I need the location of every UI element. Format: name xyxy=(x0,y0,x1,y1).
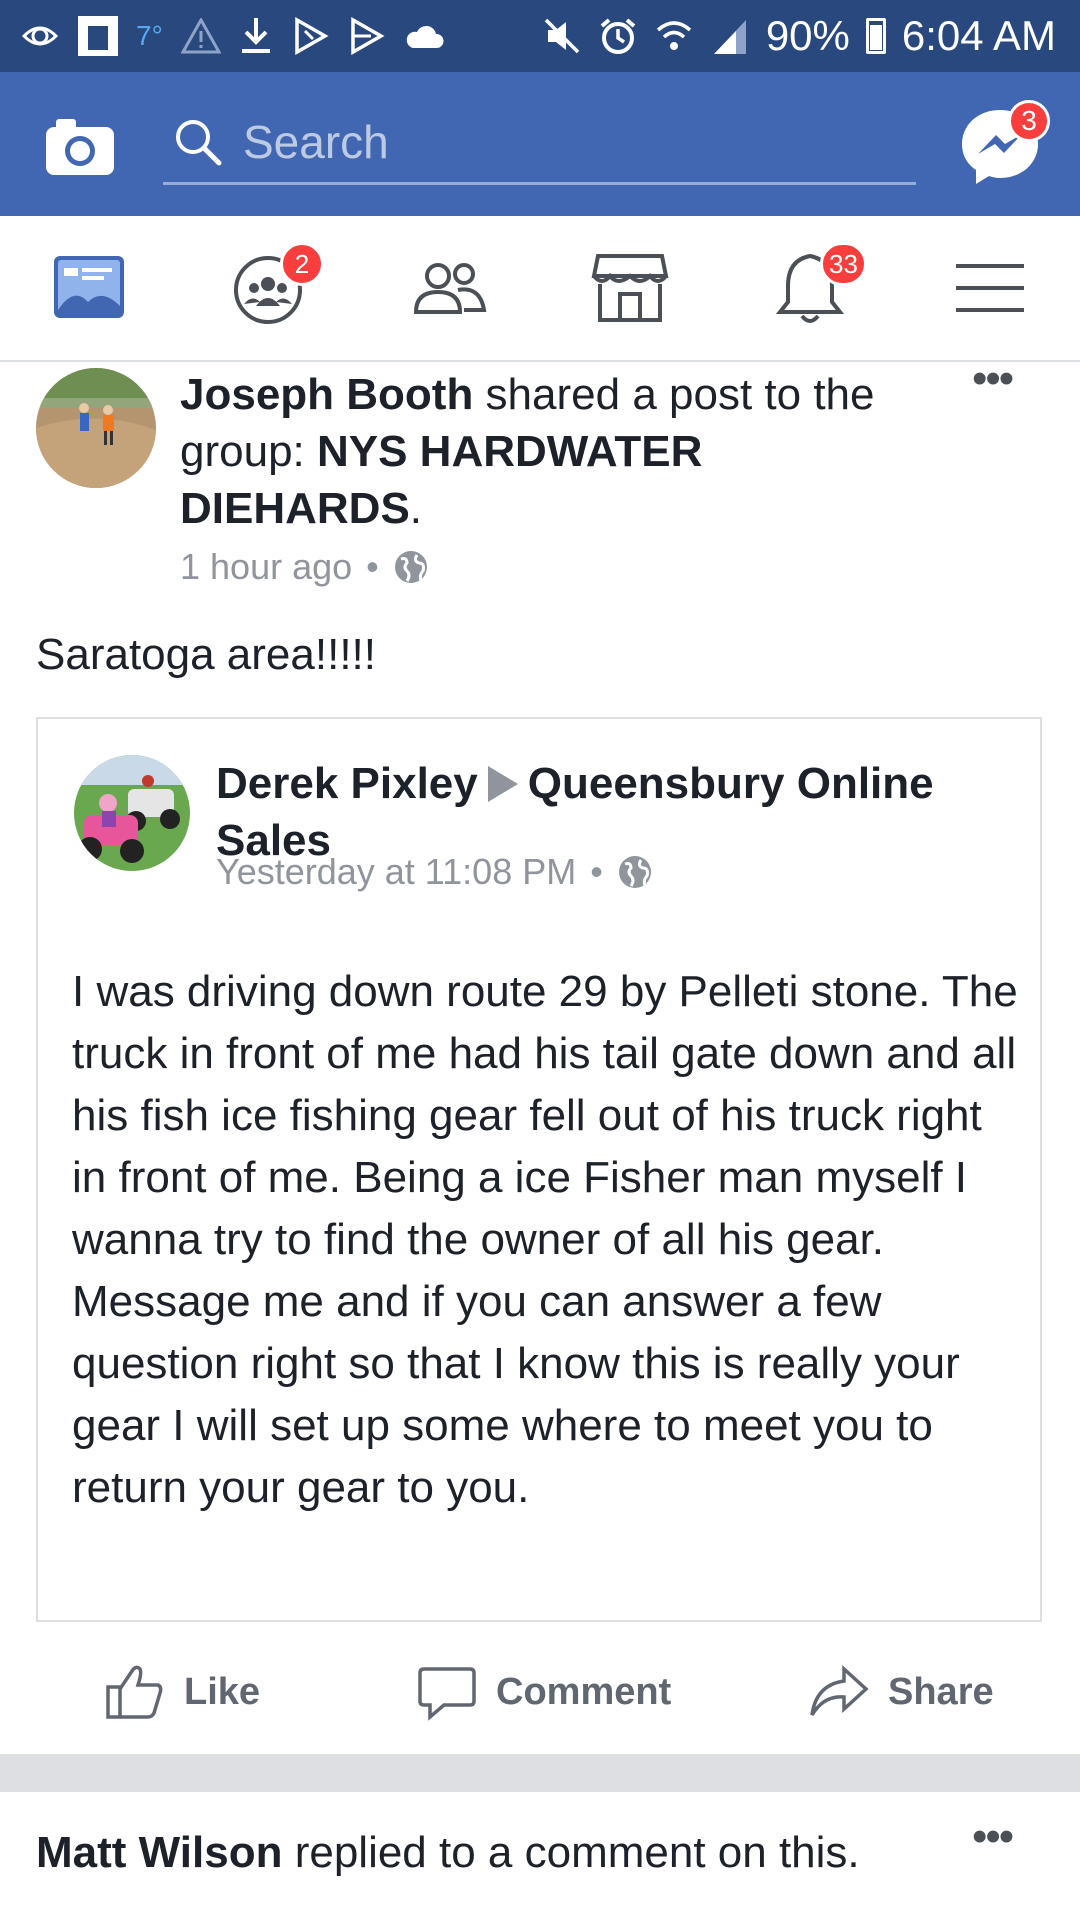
post-more-options-icon[interactable]: ••• xyxy=(972,354,1014,404)
next-story-text: replied to a comment on this. xyxy=(282,1828,860,1877)
tab-menu[interactable] xyxy=(900,216,1080,360)
wifi-icon xyxy=(654,16,694,56)
shared-post-card[interactable]: Derek Pixley Queensbury Online Sales Yest… xyxy=(36,717,1042,1622)
tab-news-feed[interactable] xyxy=(0,216,180,360)
camera-icon[interactable] xyxy=(44,117,116,177)
shared-post-timestamp[interactable]: Yesterday at 11:08 PM xyxy=(216,851,576,893)
shared-meta-separator: • xyxy=(590,851,603,892)
tab-friends[interactable] xyxy=(360,216,540,360)
comment-bubble-icon xyxy=(418,1667,476,1721)
shared-post-body: I was driving down route 29 by Pelleti s… xyxy=(72,967,1018,1512)
like-button[interactable]: Like xyxy=(104,1661,260,1723)
thumbs-up-icon xyxy=(106,1665,163,1719)
author-avatar[interactable] xyxy=(36,368,156,488)
shared-author-name[interactable]: Derek Pixley xyxy=(216,759,478,808)
messenger-badge: 3 xyxy=(1008,100,1050,142)
play-store-icon-2 xyxy=(347,17,385,55)
like-label: Like xyxy=(184,1670,261,1713)
feed-post: Joseph Booth shared a post to the group:… xyxy=(0,354,1080,1754)
download-icon xyxy=(239,16,273,56)
alarm-icon xyxy=(598,16,638,56)
post-timestamp[interactable]: 1 hour ago xyxy=(180,546,352,588)
shared-public-globe-icon xyxy=(617,854,653,890)
tab-groups[interactable]: 2 xyxy=(180,216,360,360)
share-arrow-icon xyxy=(810,1665,869,1716)
meta-separator: • xyxy=(366,546,379,587)
shared-post-meta: Yesterday at 11:08 PM • xyxy=(216,851,653,893)
search-icon xyxy=(173,117,223,167)
post-actions-bar: Like Comment Share xyxy=(0,1630,1080,1754)
marketplace-icon xyxy=(591,254,669,322)
notifications-badge: 33 xyxy=(820,242,867,286)
temperature: 7° xyxy=(136,20,163,51)
share-label: Share xyxy=(888,1670,994,1713)
arrow-right-icon xyxy=(487,766,518,802)
warning-icon xyxy=(180,18,221,54)
search-placeholder: Search xyxy=(243,116,389,168)
post-author-name[interactable]: Joseph Booth xyxy=(180,370,473,419)
news-feed-icon xyxy=(54,256,124,318)
feed-divider xyxy=(0,1754,1080,1792)
top-app-bar: Search 3 xyxy=(0,72,1080,216)
battery-icon xyxy=(865,18,886,54)
cloud-icon xyxy=(403,22,445,50)
shared-author-avatar[interactable] xyxy=(74,755,190,871)
play-store-icon xyxy=(291,17,329,55)
tab-notifications[interactable]: 33 xyxy=(720,216,900,360)
eye-sync-icon xyxy=(20,16,60,56)
comment-label: Comment xyxy=(496,1670,672,1713)
post-period: . xyxy=(409,484,423,533)
messenger-button[interactable]: 3 xyxy=(958,100,1050,192)
hamburger-menu-icon xyxy=(956,264,1024,312)
battery-percent: 90% xyxy=(765,12,850,59)
next-story-headline: Matt Wilson replied to a comment on this… xyxy=(36,1828,860,1878)
public-globe-icon xyxy=(393,549,429,585)
friends-icon xyxy=(413,263,487,314)
groups-badge: 2 xyxy=(280,242,324,286)
post-headline: Joseph Booth shared a post to the group:… xyxy=(180,366,940,537)
status-bar: 7° 90% 6:04 AM xyxy=(0,0,1080,72)
clock: 6:04 AM xyxy=(901,12,1056,59)
post-text: Saratoga area!!!!! xyxy=(36,630,376,679)
next-feed-story[interactable]: Matt Wilson replied to a comment on this… xyxy=(0,1792,1080,1920)
comment-button[interactable]: Comment xyxy=(416,1661,671,1723)
next-story-more-options-icon[interactable]: ••• xyxy=(972,1812,1014,1862)
search-input[interactable]: Search xyxy=(163,102,916,185)
nav-bar: 2 33 xyxy=(0,216,1080,362)
mute-icon xyxy=(542,16,582,56)
post-meta: 1 hour ago • xyxy=(180,546,429,588)
signal-icon xyxy=(710,16,750,56)
tab-marketplace[interactable] xyxy=(540,216,720,360)
share-button[interactable]: Share xyxy=(808,1661,994,1723)
flipboard-icon xyxy=(78,16,118,56)
next-story-author[interactable]: Matt Wilson xyxy=(36,1828,282,1877)
